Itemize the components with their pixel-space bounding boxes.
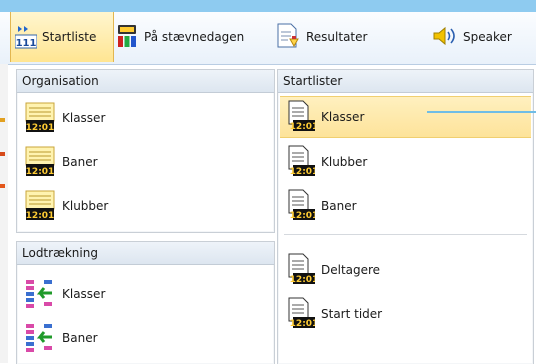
org-item-baner-label: Baner [62,155,98,169]
tab-paa-staevnedagen-label: På stævnedagen [144,30,245,44]
left-panel-edge [0,64,8,363]
svg-text:12:01: 12:01 [26,123,55,133]
startlist-courses-icon: 12:01 [285,189,318,224]
org-item-baner[interactable]: 12:01 Baner [19,142,272,182]
startlist-item-baner[interactable]: 12:01 Baner [280,186,531,226]
club-list-icon: 12:01 [24,189,56,224]
startlist-clubs-icon: 12:01 [285,145,318,180]
results-icon [275,23,301,52]
tab-startliste[interactable]: 111 Startliste [10,12,114,62]
tab-startliste-label: Startliste [42,30,97,44]
startlist-item-klasser[interactable]: 12:01 Klasser [280,96,531,138]
draw-classes-icon [24,277,56,312]
startlister-panel: Startlister 12:01 Klasser 12:01 [277,69,534,364]
svg-text:12:01: 12:01 [26,167,55,177]
startlist-item-start-tider-label: Start tider [321,307,383,321]
tab-speaker[interactable]: Speaker [432,12,512,62]
svg-text:12:01: 12:01 [290,122,315,132]
svg-text:12:01: 12:01 [290,319,315,329]
org-item-klasser-label: Klasser [62,111,106,125]
startlist-classes-icon: 12:01 [285,100,318,135]
startlist-item-deltagere[interactable]: 12:01 Deltagere [280,250,531,290]
draw-item-klasser-label: Klasser [62,287,106,301]
svg-text:12:01: 12:01 [290,211,315,221]
tab-paa-staevnedagen[interactable]: På stævnedagen [115,12,244,62]
svg-text:12:01: 12:01 [26,211,55,221]
tab-resultater[interactable]: Resultater [275,12,367,62]
ribbon-toolbar: 111 Startliste På stævnedagen Resultater… [0,12,536,65]
org-item-klubber-label: Klubber [62,199,109,213]
lodtraekning-panel-title: Lodtrækning [17,242,274,265]
startlist-item-baner-label: Baner [321,199,357,213]
edge-mark [0,152,5,156]
startlist-item-deltagere-label: Deltagere [321,263,381,277]
draw-item-klasser[interactable]: Klasser [19,274,272,314]
draw-item-baner-label: Baner [62,331,98,345]
draw-courses-icon [24,321,56,356]
course-list-icon: 12:01 [24,145,56,180]
class-list-icon: 12:01 [24,101,56,136]
startlist-item-klasser-label: Klasser [321,110,365,124]
startlister-panel-title: Startlister [278,70,533,93]
tab-resultater-label: Resultater [306,30,368,44]
svg-text:12:01: 12:01 [290,275,315,285]
edge-mark [0,118,5,122]
organisation-panel-title: Organisation [17,70,274,93]
org-item-klubber[interactable]: 12:01 Klubber [19,186,272,226]
draw-item-baner[interactable]: Baner [19,318,272,358]
speaker-icon [432,26,458,49]
startlist-item-start-tider[interactable]: 12:01 Start tider [280,294,531,334]
lodtraekning-panel: Lodtrækning Klasser Baner [16,241,275,364]
race-day-icon [115,23,139,52]
svg-text:111: 111 [16,38,37,49]
startlist-item-klubber[interactable]: 12:01 Klubber [280,142,531,182]
start-times-icon: 12:01 [285,297,318,332]
tab-speaker-label: Speaker [463,30,512,44]
startlist-item-klubber-label: Klubber [321,155,368,169]
annotation-callout-line [427,111,536,113]
startlist-separator [284,234,527,235]
startlist-participants-icon: 12:01 [285,253,318,288]
svg-text:12:01: 12:01 [290,167,315,177]
startlist-tab-icon: 111 [14,23,38,52]
edge-mark [0,184,5,188]
window-top-strip [0,0,536,12]
org-item-klasser[interactable]: 12:01 Klasser [19,98,272,138]
organisation-panel: Organisation 12:01 Klasser 12:01 Baner 1… [16,69,275,233]
